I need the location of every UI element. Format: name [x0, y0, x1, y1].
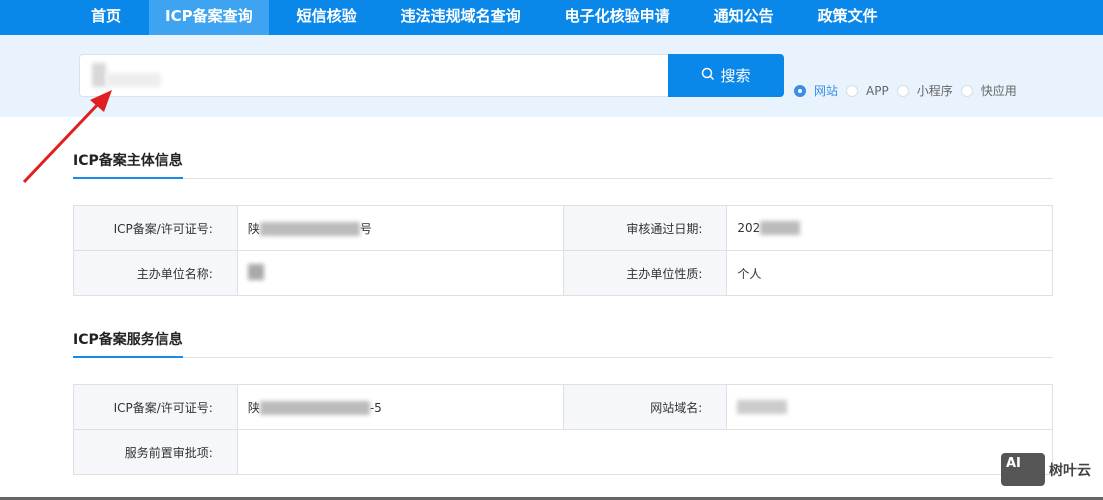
- radio-quickapp[interactable]: 快应用: [960, 82, 1017, 99]
- table-row: ICP备案/许可证号: 陕号 审核通过日期: 202: [73, 205, 1053, 251]
- section-title: ICP备案主体信息: [73, 150, 183, 179]
- redacted-text: [92, 63, 106, 87]
- ai-image-icon: AI: [1001, 453, 1045, 486]
- service-info-table: ICP备案/许可证号: 陕 -5 网站域名: 服务前置审批项:: [73, 384, 1054, 475]
- search-button-label: 搜索: [720, 67, 751, 85]
- search-input[interactable]: [79, 54, 669, 97]
- nav-notices[interactable]: 通知公告: [698, 0, 790, 35]
- table-row: 服务前置审批项:: [73, 429, 1054, 475]
- watermark-logo: AI 树叶云: [1001, 453, 1091, 486]
- search-icon: [701, 67, 715, 85]
- subject-info-table: ICP备案/许可证号: 陕号 审核通过日期: 202 主办单位名称: 主办单位性…: [73, 205, 1053, 296]
- value: [236, 250, 564, 296]
- radio-website[interactable]: 网站: [794, 82, 838, 99]
- label: ICP备案/许可证号:: [73, 384, 238, 430]
- value: 202: [726, 205, 1053, 251]
- service-section-header: ICP备案服务信息: [73, 329, 1053, 358]
- subject-section-header: ICP备案主体信息: [73, 150, 1053, 179]
- value: [726, 384, 1053, 430]
- search-band: 搜索 网站 APP 小程序 快应用: [0, 35, 1103, 117]
- label: 网站域名:: [562, 384, 728, 430]
- watermark-text: 树叶云: [1049, 462, 1091, 479]
- label: 审核通过日期:: [562, 205, 728, 251]
- redacted-text: [106, 73, 161, 87]
- label: ICP备案/许可证号:: [73, 205, 238, 251]
- nav-e-verify[interactable]: 电子化核验申请: [549, 0, 686, 35]
- nav-policy[interactable]: 政策文件: [802, 0, 894, 35]
- nav-sms-verify[interactable]: 短信核验: [281, 0, 373, 35]
- search-button[interactable]: 搜索: [668, 54, 784, 97]
- value: 陕 -5: [236, 384, 564, 430]
- label: 服务前置审批项:: [73, 429, 238, 475]
- radio-app[interactable]: APP: [846, 82, 889, 99]
- nav-icp-query[interactable]: ICP备案查询: [149, 0, 269, 35]
- nav-home[interactable]: 首页: [75, 0, 137, 35]
- type-radio-group: 网站 APP 小程序 快应用: [794, 82, 1025, 99]
- value: [236, 429, 1054, 475]
- section-title: ICP备案服务信息: [73, 329, 183, 358]
- label: 主办单位名称:: [73, 250, 238, 296]
- table-row: ICP备案/许可证号: 陕 -5 网站域名:: [73, 384, 1053, 430]
- nav-illegal-domain[interactable]: 违法违规域名查询: [385, 0, 537, 35]
- top-nav: 首页 ICP备案查询 短信核验 违法违规域名查询 电子化核验申请 通知公告 政策…: [0, 0, 1103, 35]
- value: 陕号: [236, 205, 564, 251]
- table-row: 主办单位名称: 主办单位性质: 个人: [73, 250, 1053, 296]
- label: 主办单位性质:: [562, 250, 728, 296]
- radio-miniprogram[interactable]: 小程序: [896, 82, 953, 99]
- value: 个人: [726, 250, 1053, 296]
